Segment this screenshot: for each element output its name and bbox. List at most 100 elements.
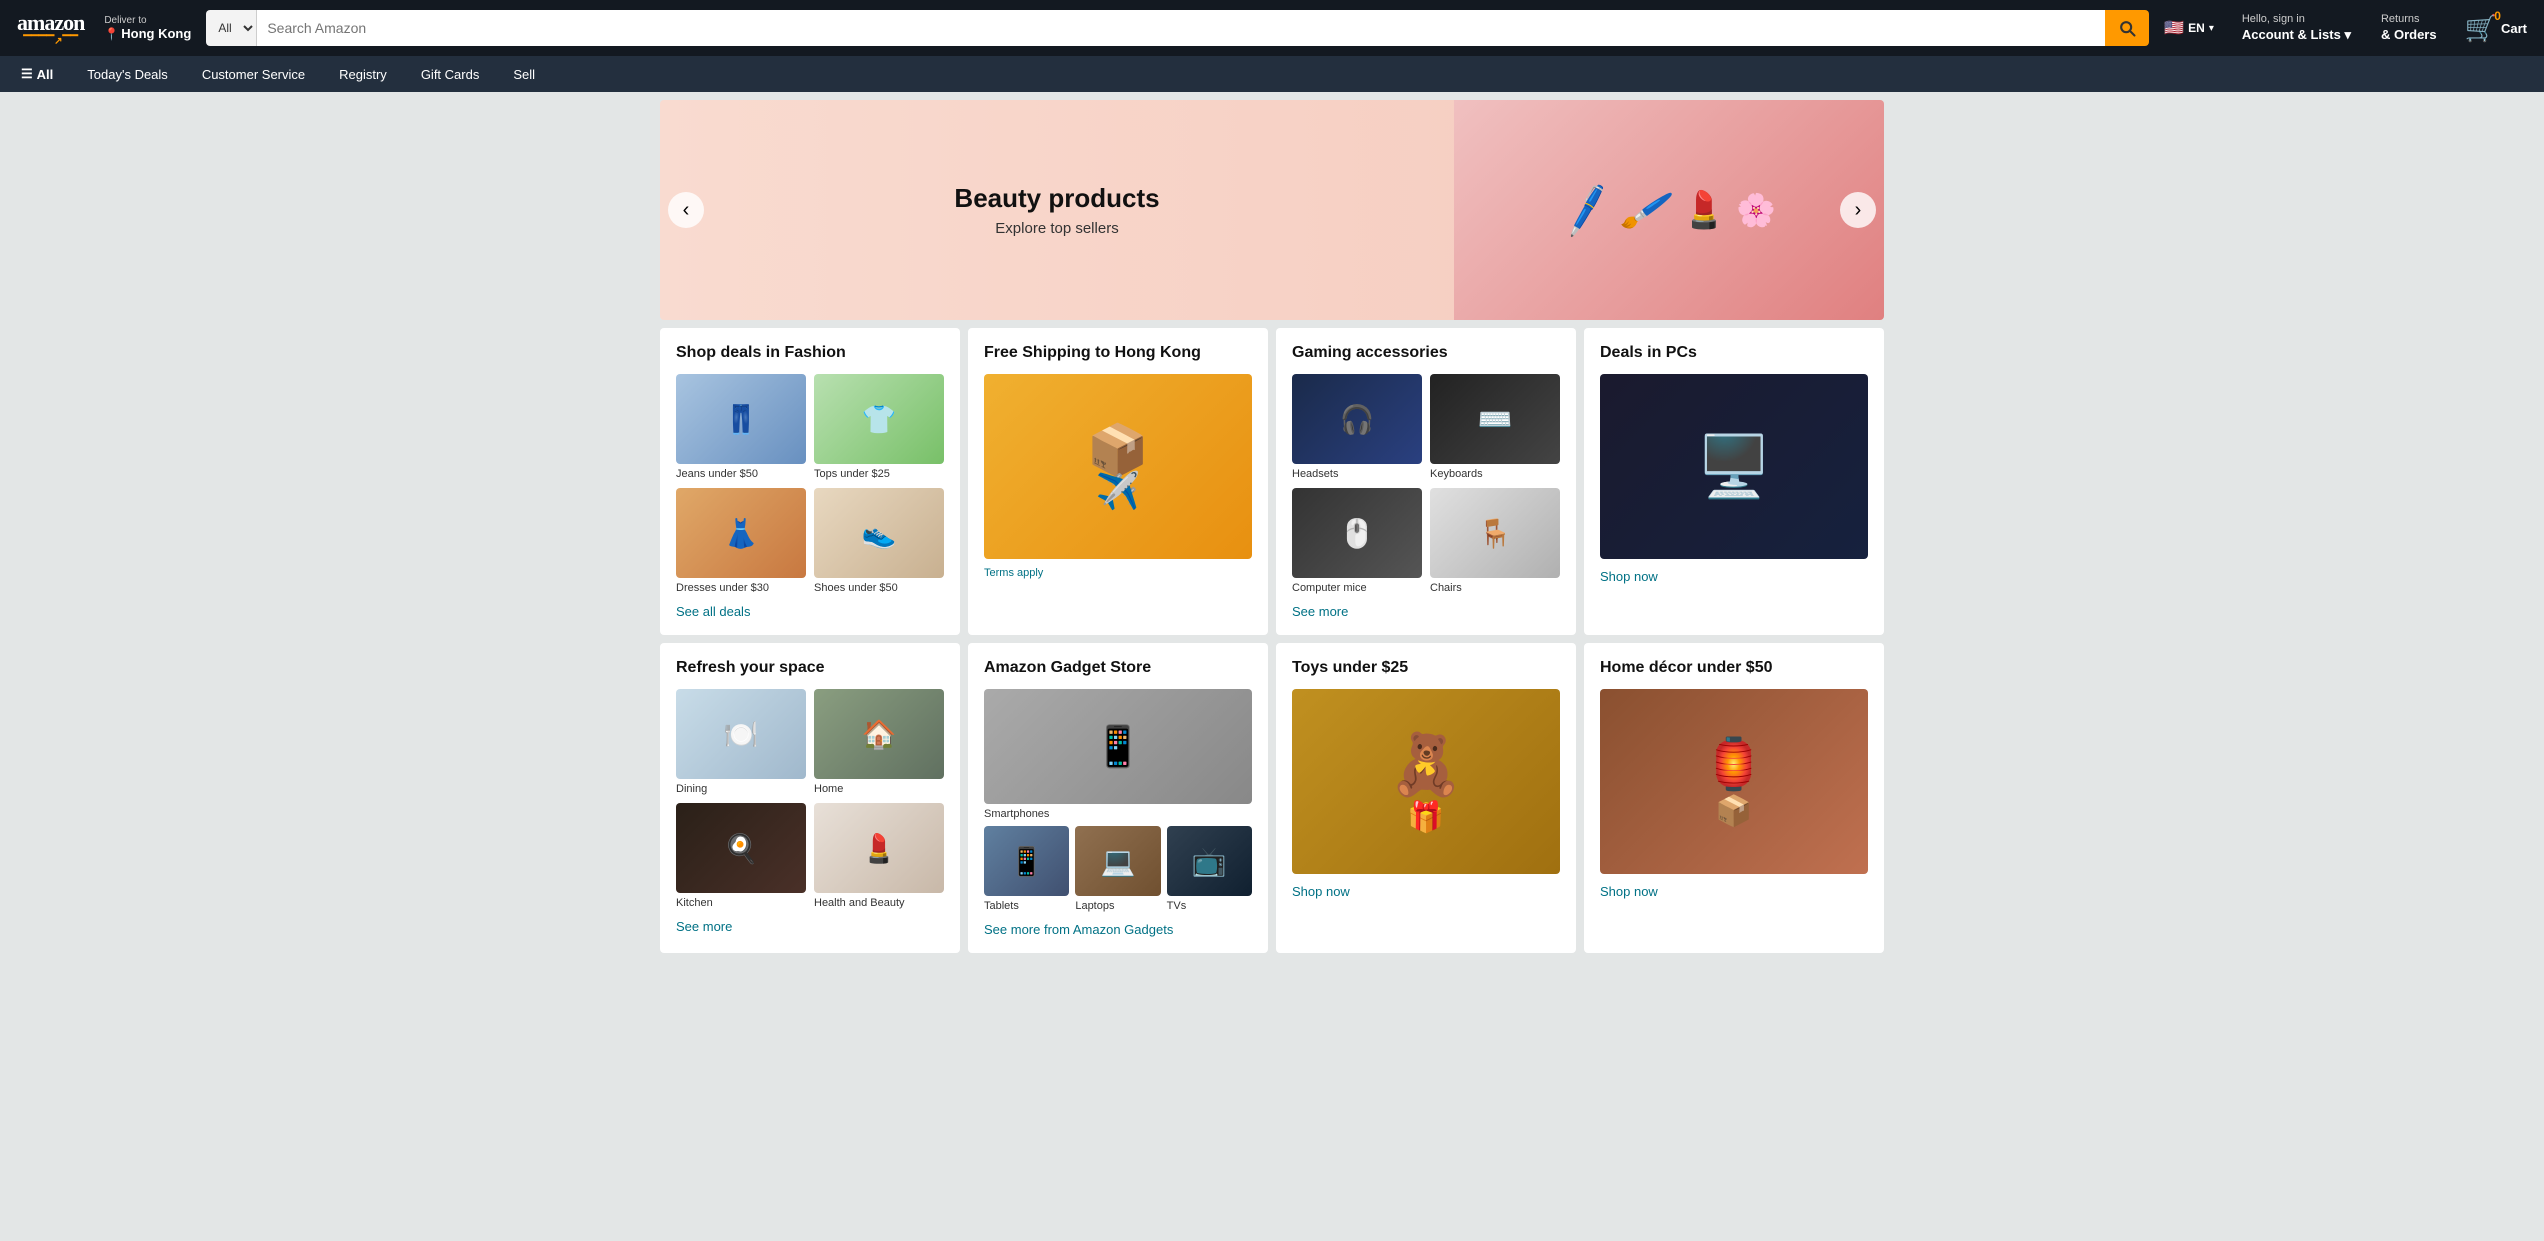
dining-image: 🍽️ [676, 689, 806, 779]
shoes-label: Shoes under $50 [814, 582, 944, 594]
health-beauty-item[interactable]: 💄 Health and Beauty [814, 803, 944, 909]
toys-image[interactable]: 🧸 🎁 [1292, 689, 1560, 874]
fashion-title: Shop deals in Fashion [676, 344, 944, 362]
mice-image: 🖱️ [1292, 488, 1422, 578]
headsets-item[interactable]: 🎧 Headsets [1292, 374, 1422, 480]
tablets-image: 📱 [984, 826, 1069, 896]
toy-bear-icon: 🧸 [1389, 729, 1464, 800]
toys-shop-now[interactable]: Shop now [1292, 884, 1560, 899]
returns-link[interactable]: Returns & Orders [2374, 7, 2444, 48]
jeans-image: 👖 [676, 374, 806, 464]
space-card: Refresh your space 🍽️ Dining 🏠 Home 🍳 Ki… [660, 643, 960, 953]
shipping-terms[interactable]: Terms apply [984, 567, 1252, 579]
nav-registry[interactable]: Registry [330, 62, 396, 87]
fashion-see-all[interactable]: See all deals [676, 604, 944, 619]
gaming-title: Gaming accessories [1292, 344, 1560, 362]
rgb-pc-icon: 🖥️ [1697, 431, 1772, 502]
returns-top: Returns [2381, 12, 2437, 26]
shipping-image[interactable]: 📦 ✈️ [984, 374, 1252, 559]
cart-link[interactable]: 🛒 0 Cart [2460, 8, 2532, 49]
chairs-item[interactable]: 🪑 Chairs [1430, 488, 1560, 594]
kitchen-item[interactable]: 🍳 Kitchen [676, 803, 806, 909]
hero-title: Beauty products [680, 183, 1434, 214]
product-grid-row2: Refresh your space 🍽️ Dining 🏠 Home 🍳 Ki… [660, 643, 1884, 953]
nav-gift-cards[interactable]: Gift Cards [412, 62, 489, 87]
search-category-select[interactable]: All [206, 10, 257, 46]
mice-item[interactable]: 🖱️ Computer mice [1292, 488, 1422, 594]
search-input[interactable] [257, 10, 2105, 46]
shoes-item[interactable]: 👟 Shoes under $50 [814, 488, 944, 594]
jeans-item[interactable]: 👖 Jeans under $50 [676, 374, 806, 480]
nav-all[interactable]: ☰ All [12, 61, 62, 87]
space-grid: 🍽️ Dining 🏠 Home 🍳 Kitchen 💄 Health and … [676, 689, 944, 909]
dining-item[interactable]: 🍽️ Dining [676, 689, 806, 795]
home-image: 🏠 [814, 689, 944, 779]
pcs-image[interactable]: 🖥️ [1600, 374, 1868, 559]
tvs-item[interactable]: 📺 TVs [1167, 826, 1252, 912]
search-bar: All [206, 10, 2149, 46]
space-see-more[interactable]: See more [676, 919, 944, 934]
lipstick-icon: 💄 [1681, 189, 1726, 231]
mascara-icon: 🖊️ [1557, 181, 1617, 239]
health-beauty-label: Health and Beauty [814, 897, 944, 909]
gift-icon: 🎁 [1389, 800, 1464, 835]
tablets-item[interactable]: 📱 Tablets [984, 826, 1069, 912]
returns-bot: & Orders [2381, 27, 2437, 44]
toys-visual: 🧸 🎁 [1389, 729, 1464, 835]
laptops-item[interactable]: 💻 Laptops [1075, 826, 1160, 912]
pcs-card: Deals in PCs 🖥️ Shop now [1584, 328, 1884, 635]
deliver-location: 📍 Hong Kong [104, 26, 191, 41]
pcs-shop-now[interactable]: Shop now [1600, 569, 1868, 584]
gadgets-see-more[interactable]: See more from Amazon Gadgets [984, 922, 1252, 937]
chairs-label: Chairs [1430, 582, 1560, 594]
toys-card: Toys under $25 🧸 🎁 Shop now [1276, 643, 1576, 953]
plane-icon: ✈️ [1087, 470, 1149, 512]
fashion-card: Shop deals in Fashion 👖 Jeans under $50 … [660, 328, 960, 635]
shoes-image: 👟 [814, 488, 944, 578]
home-item[interactable]: 🏠 Home [814, 689, 944, 795]
dresses-image: 👗 [676, 488, 806, 578]
gadgets-card: Amazon Gadget Store 📱 Smartphones 📱 Tabl… [968, 643, 1268, 953]
amazon-logo[interactable]: amazon ▔▔▔▔↗▔▔ [12, 5, 89, 52]
box-icon: 📦 [1703, 794, 1765, 829]
tvs-image: 📺 [1167, 826, 1252, 896]
lamp-icon: 🏮 [1703, 735, 1765, 794]
gaming-grid: 🎧 Headsets ⌨️ Keyboards 🖱️ Computer mice… [1292, 374, 1560, 594]
gaming-see-more[interactable]: See more [1292, 604, 1560, 619]
deliver-to[interactable]: Deliver to 📍 Hong Kong [99, 10, 196, 46]
tops-item[interactable]: 👕 Tops under $25 [814, 374, 944, 480]
keyboards-item[interactable]: ⌨️ Keyboards [1430, 374, 1560, 480]
cart-count: 0 [2494, 9, 2501, 23]
header: amazon ▔▔▔▔↗▔▔ Deliver to 📍 Hong Kong Al… [0, 0, 2544, 56]
shipping-title: Free Shipping to Hong Kong [984, 344, 1252, 362]
sign-in-bot: Account & Lists ▾ [2242, 27, 2351, 44]
nav-sell[interactable]: Sell [504, 62, 544, 87]
main-content: ‹ Beauty products Explore top sellers 🖊️… [652, 100, 1892, 953]
hero-subtitle: Explore top sellers [680, 220, 1434, 237]
language-code: EN [2188, 21, 2205, 35]
tvs-label: TVs [1167, 900, 1252, 912]
dining-label: Dining [676, 783, 806, 795]
search-button[interactable] [2105, 10, 2149, 46]
dresses-item[interactable]: 👗 Dresses under $30 [676, 488, 806, 594]
smartphones-image[interactable]: 📱 [984, 689, 1252, 804]
hero-next-button[interactable]: › [1840, 192, 1876, 228]
nav-todays-deals[interactable]: Today's Deals [78, 62, 177, 87]
account-link[interactable]: Hello, sign in Account & Lists ▾ [2235, 7, 2358, 48]
cart-icon-wrapper: 🛒 0 [2465, 13, 2497, 44]
navbar: ☰ All Today's Deals Customer Service Reg… [0, 56, 2544, 92]
jeans-label: Jeans under $50 [676, 468, 806, 480]
hero-prev-button[interactable]: ‹ [668, 192, 704, 228]
headsets-image: 🎧 [1292, 374, 1422, 464]
dresses-label: Dresses under $30 [676, 582, 806, 594]
language-selector[interactable]: 🇺🇸 EN ▾ [2159, 13, 2219, 43]
decor-image[interactable]: 🏮 📦 [1600, 689, 1868, 874]
sign-in-top: Hello, sign in [2242, 12, 2351, 26]
decor-card: Home décor under $50 🏮 📦 Shop now [1584, 643, 1884, 953]
decor-shop-now[interactable]: Shop now [1600, 884, 1868, 899]
flag-icon: 🇺🇸 [2164, 18, 2184, 38]
nav-customer-service[interactable]: Customer Service [193, 62, 314, 87]
tops-image: 👕 [814, 374, 944, 464]
headsets-label: Headsets [1292, 468, 1422, 480]
gaming-card: Gaming accessories 🎧 Headsets ⌨️ Keyboar… [1276, 328, 1576, 635]
